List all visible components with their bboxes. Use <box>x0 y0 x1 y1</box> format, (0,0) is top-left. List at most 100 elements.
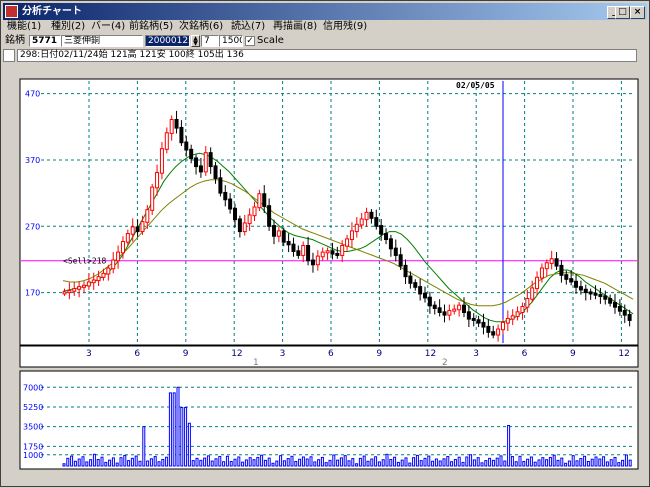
volume-bar <box>290 455 294 467</box>
candle-body <box>583 288 588 294</box>
candle-body <box>306 244 311 262</box>
volume-bar <box>499 455 503 467</box>
volume-bar <box>377 461 381 467</box>
x-tick-label: 6 <box>328 349 334 359</box>
volume-bar <box>81 456 85 467</box>
candle-body <box>150 186 155 211</box>
volume-bar <box>123 454 127 467</box>
candle-body <box>247 214 252 225</box>
volume-bar <box>381 459 385 467</box>
volume-bar <box>495 457 499 467</box>
candle-body <box>198 165 203 173</box>
volume-bar <box>575 460 579 467</box>
volume-bar <box>583 455 587 467</box>
candle-body <box>252 206 257 217</box>
candle-body <box>388 238 393 250</box>
candle-body <box>120 241 125 254</box>
candle-body <box>500 321 505 331</box>
volume-bar <box>206 455 210 467</box>
volume-bar <box>408 462 412 467</box>
volume-bar <box>328 459 332 467</box>
candle-body <box>471 317 476 321</box>
candle-body <box>233 207 238 221</box>
candle-body <box>564 274 569 280</box>
volume-bar <box>248 457 252 467</box>
volume-bar <box>66 457 70 467</box>
candle-body <box>223 191 228 201</box>
volume-bar <box>518 455 522 467</box>
volume-tick-label: 5250 <box>23 403 43 412</box>
candle-body <box>179 126 184 144</box>
candle-body <box>530 287 535 300</box>
volume-bar <box>529 456 533 467</box>
candle-body <box>96 276 101 282</box>
candle-body <box>257 193 262 209</box>
volume-bar <box>279 455 283 467</box>
volume-bar <box>108 459 112 467</box>
candle-body <box>184 141 189 151</box>
x-tick-label: 6 <box>134 349 140 359</box>
volume-bar <box>571 455 575 467</box>
volume-bar <box>191 460 195 467</box>
candle-body <box>452 308 457 312</box>
volume-bar <box>271 462 275 467</box>
volume-bar <box>127 460 131 467</box>
volume-bar <box>605 461 609 467</box>
volume-bar <box>533 461 537 467</box>
candle-body <box>291 243 296 252</box>
year-label: 2 <box>442 358 448 368</box>
volume-bar <box>457 456 461 467</box>
volume-bar <box>267 457 271 467</box>
candle-body <box>67 290 72 294</box>
candle-body <box>593 292 598 296</box>
candle-body <box>359 218 364 226</box>
volume-bar <box>579 458 583 467</box>
candle-body <box>481 321 486 328</box>
volume-bar <box>617 462 621 467</box>
analysis-chart[interactable]: 4703702701703 6 9 12 3 6 9 12 3 6 9 121 2<Sell>21802… <box>1 1 650 488</box>
volume-bar <box>237 456 241 467</box>
volume-bar <box>480 462 484 467</box>
candle-body <box>174 118 179 129</box>
y-tick-label: 470 <box>25 90 40 99</box>
volume-bar <box>419 460 423 467</box>
candle-body <box>208 152 213 168</box>
candle-body <box>320 251 325 258</box>
volume-bar <box>510 456 514 467</box>
volume-bar <box>609 459 613 467</box>
volume-bar <box>453 458 457 467</box>
candle-body <box>218 177 223 194</box>
candle-body <box>62 291 67 295</box>
volume-bar <box>339 457 343 467</box>
volume-bar <box>415 454 419 467</box>
volume-bar <box>96 458 100 467</box>
volume-bar <box>442 458 446 467</box>
volume-bar <box>305 458 309 467</box>
x-tick-label: 12 <box>618 349 629 359</box>
candle-body <box>535 276 540 290</box>
candle-body <box>340 244 345 256</box>
candle-body <box>374 217 379 227</box>
candle-body <box>617 306 622 312</box>
volume-bar <box>484 460 488 467</box>
volume-bar <box>309 456 313 467</box>
volume-bar <box>522 461 526 467</box>
volume-bar <box>400 459 404 467</box>
volume-bar <box>100 456 104 467</box>
candle-body <box>81 284 86 288</box>
volume-bar <box>324 462 328 467</box>
volume-bar <box>541 457 545 467</box>
volume-bar <box>624 454 628 467</box>
volume-bar <box>476 457 480 467</box>
volume-bar <box>560 457 564 467</box>
volume-bar <box>548 456 552 467</box>
volume-bar <box>347 460 351 467</box>
candle-body <box>418 286 423 295</box>
candle-body <box>574 280 579 288</box>
volume-bar <box>222 461 226 467</box>
volume-bar <box>594 456 598 467</box>
candle-body <box>613 302 618 308</box>
candle-body <box>442 311 447 316</box>
window: 分析チャート _ □ × 機能(1) 種別(2) バー(4) 前銘柄(5) 次銘… <box>0 0 650 487</box>
candle-body <box>413 282 418 288</box>
